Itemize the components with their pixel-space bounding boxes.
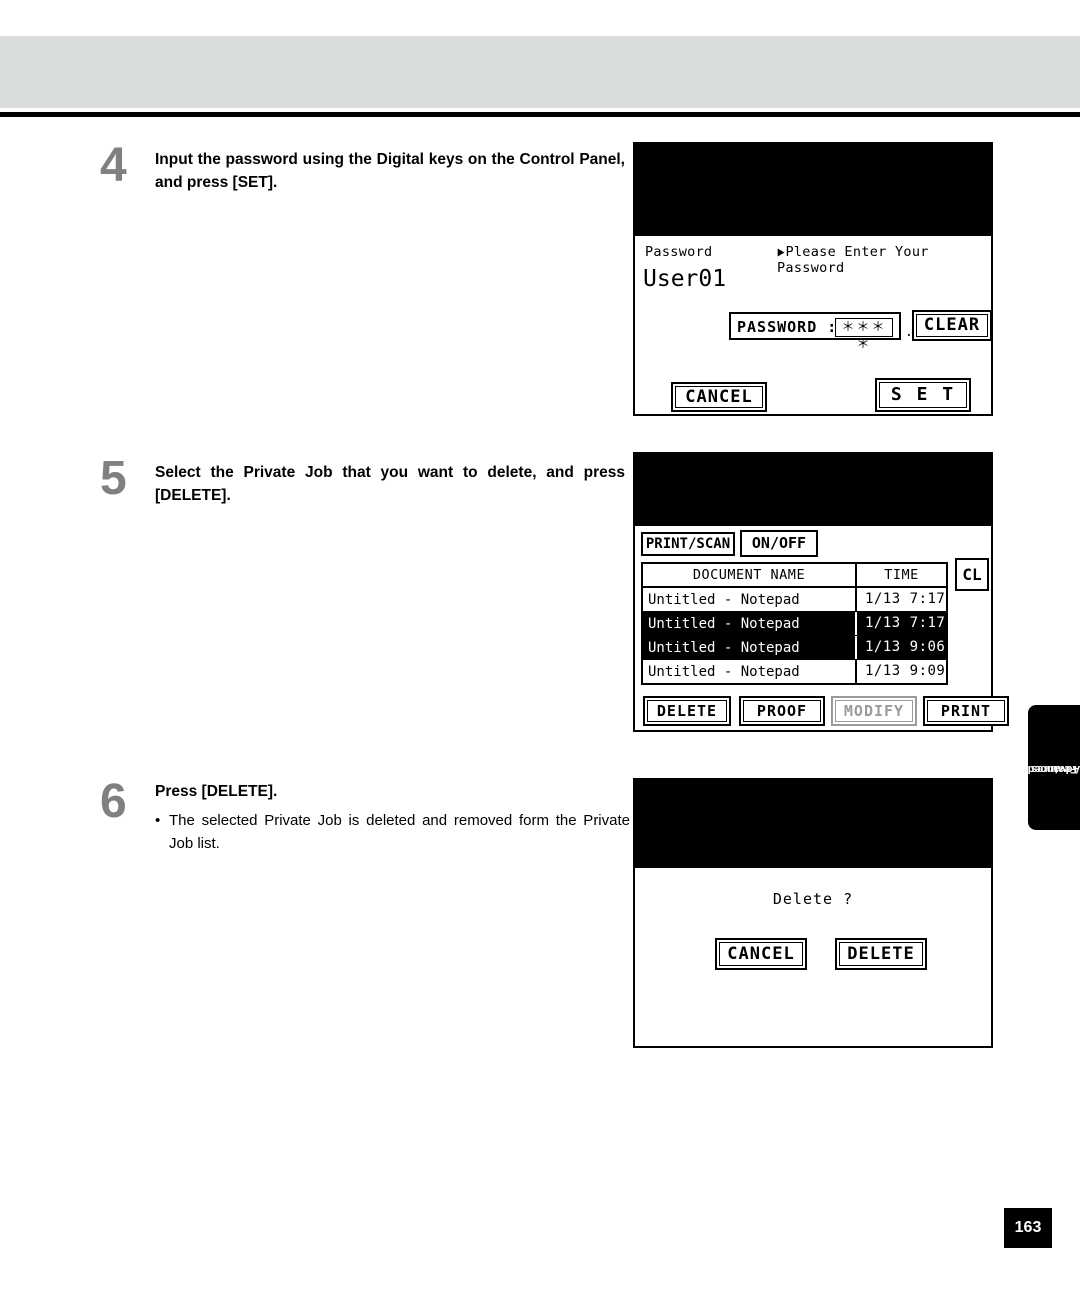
modify-button-inner-border: [835, 700, 913, 722]
step-6-title: Press [DELETE].: [155, 783, 278, 800]
page-number: 163: [1004, 1208, 1052, 1248]
cancel-button[interactable]: CANCEL: [715, 938, 807, 970]
panel-header-black: [635, 454, 991, 526]
clear-button-inner-border: [916, 314, 988, 337]
row-document-name: Untitled - Notepad: [648, 615, 800, 632]
section-tab-line2: Features: [1031, 762, 1077, 775]
password-input[interactable]: ＊＊＊＊: [835, 318, 893, 352]
table-row[interactable]: Untitled - Notepad 1/13 9:06: [643, 636, 946, 660]
section-tab: Advanced Features: [1028, 705, 1080, 830]
row-document-name: Untitled - Notepad: [648, 663, 800, 680]
lcd-panel-job-list: PRINT/SCAN ON/OFF DOCUMENT NAME TIME Unt…: [633, 452, 1009, 732]
clear-list-button-label: CL: [962, 565, 982, 584]
step-4-text: Input the password using the Digital key…: [155, 151, 625, 192]
delete-confirm-question: Delete ?: [772, 890, 854, 908]
proof-button[interactable]: PROOF: [739, 696, 825, 726]
password-label: Password: [645, 244, 713, 260]
panel-header-black: [635, 780, 991, 868]
delete-button[interactable]: DELETE: [835, 938, 927, 970]
password-entry-label: PASSWORD :: [737, 318, 838, 336]
panel-header-black: [635, 144, 991, 236]
delete-button-inner-border: [839, 942, 923, 966]
job-list-header: DOCUMENT NAME TIME: [643, 564, 946, 588]
cancel-button[interactable]: CANCEL: [671, 382, 767, 412]
table-row[interactable]: Untitled - Notepad 1/13 9:09: [643, 660, 946, 683]
tab-on-off-label: ON/OFF: [751, 534, 807, 552]
clear-list-button[interactable]: CL: [955, 558, 989, 591]
row-time: 1/13 9:06: [855, 636, 946, 659]
step-4-number: 4: [100, 139, 127, 192]
step-5-text: Select the Private Job that you want to …: [155, 464, 625, 505]
step-6-number: 6: [100, 775, 127, 828]
header-rule: [0, 112, 1080, 117]
modify-button: MODIFY: [831, 696, 917, 726]
step-6-body: The selected Private Job is deleted and …: [169, 812, 630, 852]
step-6-bullet-item: • The selected Private Job is deleted an…: [155, 810, 630, 855]
lcd-panel-delete-confirm: Delete ? CANCEL DELETE: [633, 778, 993, 1048]
prompt-arrow-icon: ▶: [777, 244, 785, 260]
set-button-inner-border: [879, 382, 967, 408]
print-button-inner-border: [927, 700, 1005, 722]
cancel-button-inner-border: [675, 386, 763, 408]
tab-print-scan-label: PRINT/SCAN: [645, 536, 731, 552]
job-list-table: DOCUMENT NAME TIME Untitled - Notepad 1/…: [641, 562, 948, 685]
row-document-name: Untitled - Notepad: [648, 591, 800, 608]
prompt-text: Please Enter Your Password: [777, 244, 929, 276]
tab-on-off[interactable]: ON/OFF: [740, 530, 818, 557]
password-prompt: ▶Please Enter Your Password: [777, 244, 981, 276]
bullet-glyph: •: [155, 812, 161, 829]
password-entry-box[interactable]: PASSWORD : ＊＊＊＊: [729, 312, 901, 352]
tab-print-scan[interactable]: PRINT/SCAN: [641, 532, 735, 556]
clear-button[interactable]: CLEAR: [912, 310, 992, 341]
row-document-name: Untitled - Notepad: [648, 639, 800, 656]
set-button[interactable]: S E T: [875, 378, 971, 412]
user-name: User01: [643, 266, 727, 292]
table-row[interactable]: Untitled - Notepad 1/13 7:17: [643, 588, 946, 612]
row-time: 1/13 7:17: [855, 612, 946, 635]
lcd-panel-password: Password ▶Please Enter Your Password Use…: [633, 142, 993, 416]
delete-button[interactable]: DELETE: [643, 696, 731, 726]
column-document-name: DOCUMENT NAME: [692, 567, 806, 583]
row-time: 1/13 9:09: [855, 660, 946, 683]
cancel-button-inner-border: [719, 942, 803, 966]
proof-button-inner-border: [743, 700, 821, 722]
delete-button-inner-border: [647, 700, 727, 722]
print-button[interactable]: PRINT: [923, 696, 1009, 726]
step-5-number: 5: [100, 452, 127, 505]
header-band: [0, 36, 1080, 108]
table-row[interactable]: Untitled - Notepad 1/13 7:17: [643, 612, 946, 636]
column-time: TIME: [855, 564, 946, 586]
row-time: 1/13 7:17: [855, 588, 946, 611]
